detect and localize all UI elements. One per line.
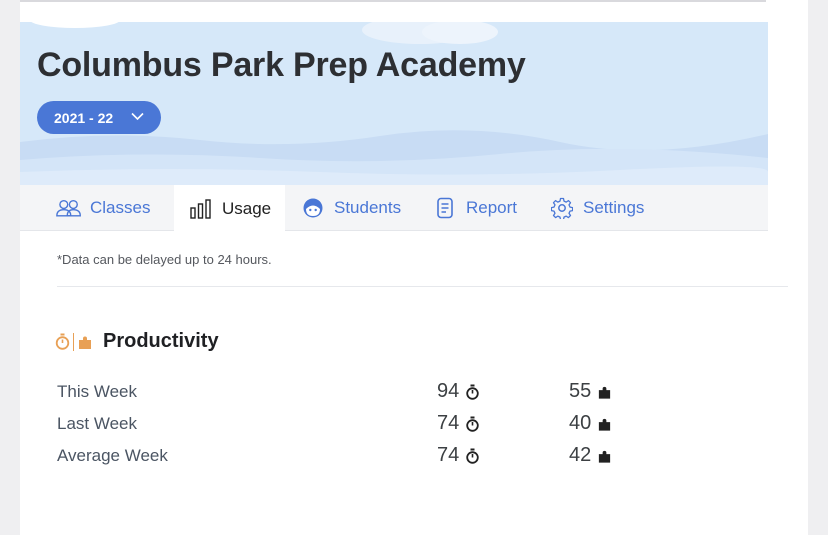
school-header: Columbus Park Prep Academy 2021 - 22: [20, 22, 768, 185]
puzzle-icon: [599, 418, 611, 431]
productivity-title: Productivity: [103, 330, 219, 352]
puzzles-number: 42: [569, 444, 592, 466]
tab-label: Classes: [90, 198, 151, 217]
school-name: Columbus Park Prep Academy: [37, 46, 526, 84]
tab-label: Students: [334, 198, 402, 217]
productivity-row-this-week: This Week 94 55: [57, 380, 657, 404]
tab-students[interactable]: Students: [300, 185, 401, 231]
tab-bar: Classes Usage Students Report Settings: [20, 185, 768, 232]
gear-icon: [549, 197, 575, 219]
tab-report[interactable]: Report: [432, 185, 517, 231]
puzzles-number: 55: [569, 380, 592, 402]
minutes-number: 94: [437, 380, 460, 402]
minutes-value: 74: [437, 412, 480, 435]
productivity-row-average-week: Average Week 74 42: [57, 444, 657, 468]
minutes-value: 74: [437, 444, 480, 467]
minutes-number: 74: [437, 412, 460, 434]
puzzles-number: 40: [569, 412, 592, 434]
top-divider: [20, 0, 766, 2]
stopwatch-icon: [466, 416, 479, 432]
stopwatch-icon: [466, 448, 479, 464]
year-selector-label: 2021 - 22: [54, 109, 114, 126]
puzzles-value: 42: [569, 444, 612, 467]
year-selector[interactable]: 2021 - 22: [37, 101, 161, 134]
student-face-icon: [300, 197, 326, 219]
chevron-down-icon: [131, 112, 144, 121]
tab-label: Usage: [222, 198, 272, 218]
bar-chart-icon: [188, 198, 214, 220]
row-label: Last Week: [57, 414, 138, 433]
data-delay-notice: *Data can be delayed up to 24 hours.: [57, 252, 272, 267]
stopwatch-icon: [466, 384, 479, 400]
tab-settings[interactable]: Settings: [549, 185, 644, 231]
puzzle-icon: [599, 386, 611, 399]
tab-usage[interactable]: Usage: [174, 185, 285, 232]
tab-label: Settings: [583, 198, 645, 217]
puzzle-icon: [79, 336, 91, 349]
tab-label: Report: [466, 198, 518, 217]
tab-classes[interactable]: Classes: [56, 185, 150, 231]
row-label: This Week: [57, 382, 137, 401]
minutes-number: 74: [437, 444, 460, 466]
minutes-value: 94: [437, 380, 480, 403]
productivity-header: Productivity: [55, 330, 219, 353]
puzzle-icon: [599, 450, 611, 463]
productivity-icons: [55, 332, 93, 351]
row-label: Average Week: [57, 446, 168, 465]
section-divider: [57, 286, 788, 287]
stopwatch-icon: [55, 333, 70, 350]
people-icon: [56, 197, 82, 219]
productivity-row-last-week: Last Week 74 40: [57, 412, 657, 436]
puzzles-value: 40: [569, 412, 612, 435]
puzzles-value: 55: [569, 380, 612, 403]
report-icon: [432, 197, 458, 219]
